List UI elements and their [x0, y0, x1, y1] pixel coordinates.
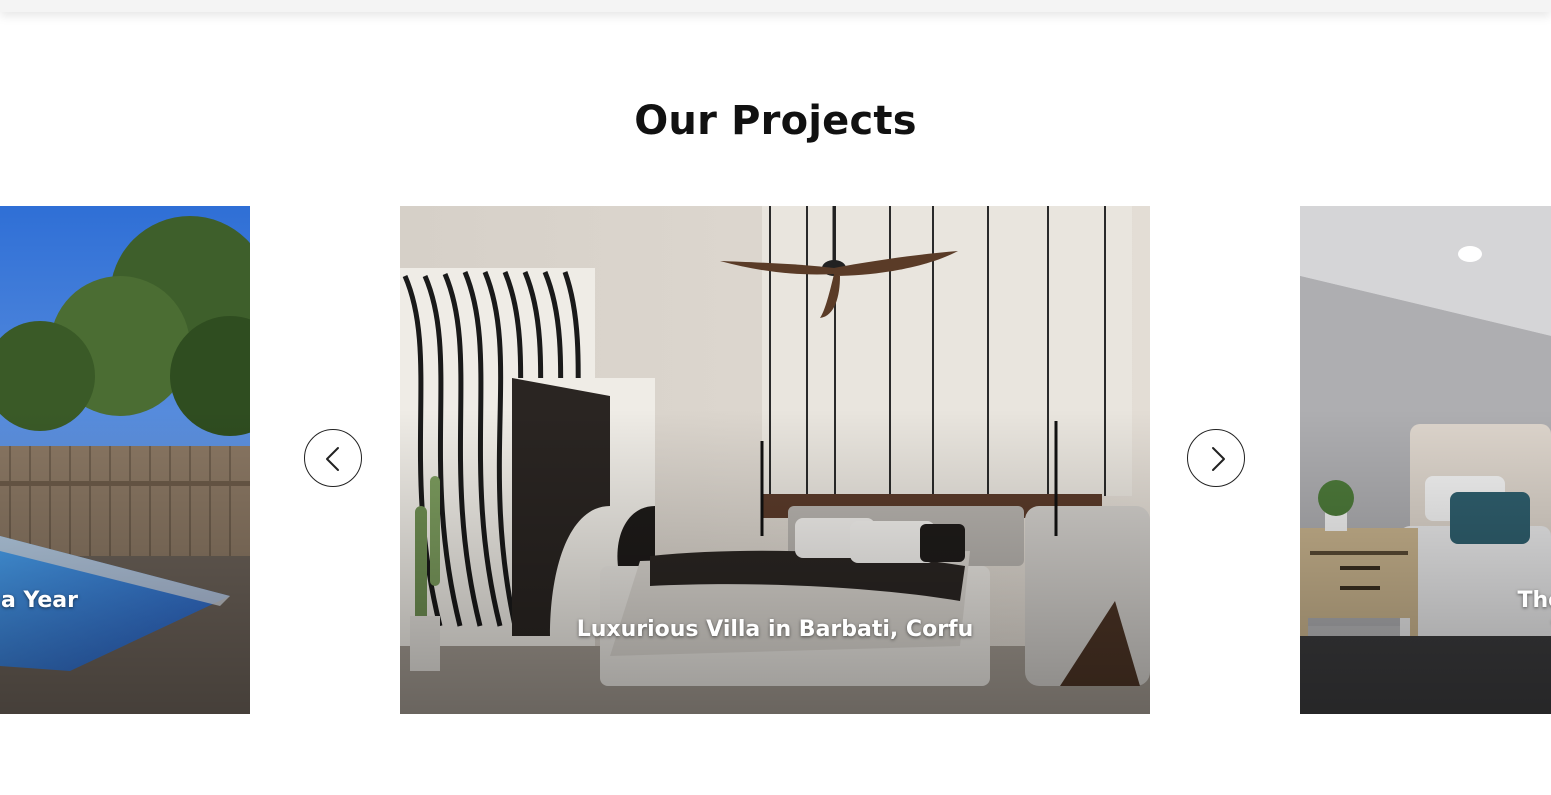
project-title: a Year	[0, 588, 78, 613]
section-title: Our Projects	[634, 98, 917, 144]
image-overlay	[0, 409, 250, 714]
project-card-previous[interactable]: a Year	[0, 206, 250, 714]
top-nav-shadow-bar	[0, 0, 1551, 12]
chevron-right-icon	[1212, 447, 1225, 471]
image-overlay	[400, 409, 1150, 714]
chevron-left-icon	[326, 447, 339, 471]
project-title: Luxurious Villa in Barbati, Corfu	[576, 617, 974, 642]
carousel-prev-button[interactable]	[304, 429, 362, 487]
image-overlay	[1300, 409, 1551, 714]
carousel-next-button[interactable]	[1187, 429, 1245, 487]
project-title: The Gra Ye	[1517, 588, 1551, 613]
project-card-next[interactable]: The Gra Ye	[1300, 206, 1551, 714]
project-card-active[interactable]: Luxurious Villa in Barbati, Corfu	[400, 206, 1150, 714]
